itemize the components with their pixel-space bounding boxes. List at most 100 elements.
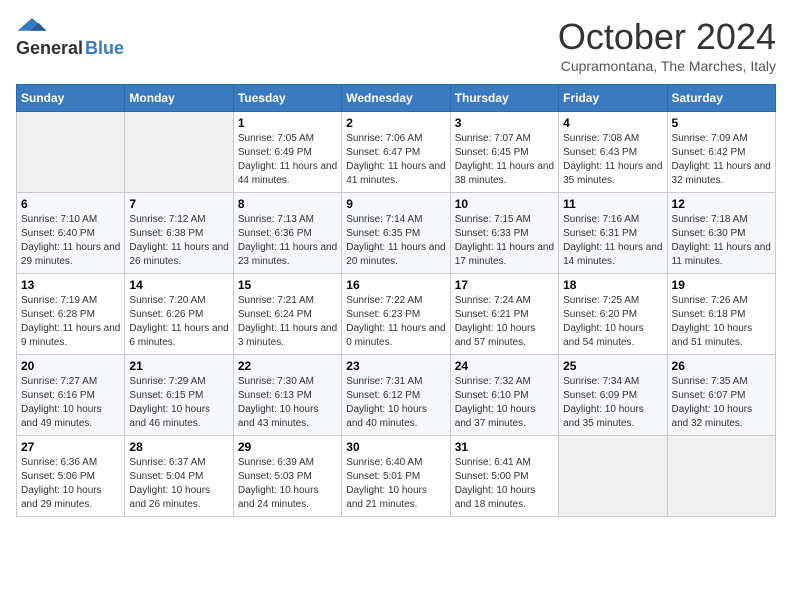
day-number: 18	[563, 278, 662, 292]
day-of-week-header: Wednesday	[342, 85, 450, 112]
day-detail: Sunrise: 7:26 AM Sunset: 6:18 PM Dayligh…	[672, 294, 771, 350]
calendar-table: SundayMondayTuesdayWednesdayThursdayFrid…	[16, 84, 776, 517]
day-detail: Sunrise: 7:08 AM Sunset: 6:43 PM Dayligh…	[563, 132, 662, 188]
day-number: 8	[238, 197, 337, 211]
day-detail: Sunrise: 7:32 AM Sunset: 6:10 PM Dayligh…	[455, 375, 554, 431]
calendar-cell: 4Sunrise: 7:08 AM Sunset: 6:43 PM Daylig…	[559, 112, 667, 193]
day-number: 22	[238, 359, 337, 373]
calendar-cell: 30 Sunrise: 6:40 AM Sunset: 5:01 PM Dayli…	[342, 436, 450, 517]
day-detail: Sunrise: 7:15 AM Sunset: 6:33 PM Dayligh…	[455, 213, 554, 269]
day-number: 28	[129, 440, 228, 454]
day-detail: Sunrise: 7:16 AM Sunset: 6:31 PM Dayligh…	[563, 213, 662, 269]
day-number: 30	[346, 440, 445, 454]
calendar-cell	[667, 436, 775, 517]
day-number: 21	[129, 359, 228, 373]
day-detail: Sunrise: 7:21 AM Sunset: 6:24 PM Dayligh…	[238, 294, 337, 350]
day-number: 17	[455, 278, 554, 292]
day-detail: Sunrise: 7:18 AM Sunset: 6:30 PM Dayligh…	[672, 213, 771, 269]
calendar-cell: 16 Sunrise: 7:22 AM Sunset: 6:23 PM Dayli…	[342, 274, 450, 355]
calendar-cell	[17, 112, 125, 193]
day-number: 10	[455, 197, 554, 211]
day-number: 26	[672, 359, 771, 373]
calendar-cell: 1 Sunrise: 7:05 AM Sunset: 6:49 PM Daylig…	[233, 112, 341, 193]
day-of-week-header: Thursday	[450, 85, 558, 112]
day-number: 13	[21, 278, 120, 292]
calendar-week-row: 13 Sunrise: 7:19 AM Sunset: 6:28 PM Dayli…	[17, 274, 776, 355]
calendar-cell: 8 Sunrise: 7:13 AM Sunset: 6:36 PM Daylig…	[233, 193, 341, 274]
calendar-cell: 28 Sunrise: 6:37 AM Sunset: 5:04 PM Dayli…	[125, 436, 233, 517]
day-number: 31	[455, 440, 554, 454]
day-detail: Sunrise: 7:13 AM Sunset: 6:36 PM Dayligh…	[238, 213, 337, 269]
calendar-cell: 12 Sunrise: 7:18 AM Sunset: 6:30 PM Dayli…	[667, 193, 775, 274]
day-number: 3	[455, 116, 554, 130]
calendar-cell: 17 Sunrise: 7:24 AM Sunset: 6:21 PM Dayli…	[450, 274, 558, 355]
calendar-cell: 10 Sunrise: 7:15 AM Sunset: 6:33 PM Dayli…	[450, 193, 558, 274]
day-detail: Sunrise: 6:36 AM Sunset: 5:06 PM Dayligh…	[21, 456, 120, 512]
day-detail: Sunrise: 7:25 AM Sunset: 6:20 PM Dayligh…	[563, 294, 662, 350]
day-detail: Sunrise: 7:30 AM Sunset: 6:13 PM Dayligh…	[238, 375, 337, 431]
day-number: 11	[563, 197, 662, 211]
calendar-cell: 27 Sunrise: 6:36 AM Sunset: 5:06 PM Dayli…	[17, 436, 125, 517]
calendar-cell: 15 Sunrise: 7:21 AM Sunset: 6:24 PM Dayli…	[233, 274, 341, 355]
calendar-cell: 22 Sunrise: 7:30 AM Sunset: 6:13 PM Dayli…	[233, 355, 341, 436]
calendar-cell: 29Sunrise: 6:39 AM Sunset: 5:03 PM Dayli…	[233, 436, 341, 517]
day-number: 16	[346, 278, 445, 292]
day-number: 25	[563, 359, 662, 373]
day-number: 15	[238, 278, 337, 292]
day-detail: Sunrise: 7:29 AM Sunset: 6:15 PM Dayligh…	[129, 375, 228, 431]
day-number: 7	[129, 197, 228, 211]
day-of-week-header: Friday	[559, 85, 667, 112]
calendar-cell: 13 Sunrise: 7:19 AM Sunset: 6:28 PM Dayli…	[17, 274, 125, 355]
calendar-week-row: 27 Sunrise: 6:36 AM Sunset: 5:06 PM Dayli…	[17, 436, 776, 517]
day-detail: Sunrise: 7:34 AM Sunset: 6:09 PM Dayligh…	[563, 375, 662, 431]
day-detail: Sunrise: 7:10 AM Sunset: 6:40 PM Dayligh…	[21, 213, 120, 269]
calendar-cell	[125, 112, 233, 193]
day-detail: Sunrise: 7:22 AM Sunset: 6:23 PM Dayligh…	[346, 294, 445, 350]
day-detail: Sunrise: 7:24 AM Sunset: 6:21 PM Dayligh…	[455, 294, 554, 350]
calendar-cell: 3Sunrise: 7:07 AM Sunset: 6:45 PM Daylig…	[450, 112, 558, 193]
calendar-cell: 31 Sunrise: 6:41 AM Sunset: 5:00 PM Dayli…	[450, 436, 558, 517]
page-header: General Blue October 2024 Cupramontana, …	[16, 16, 776, 74]
calendar-cell: 2Sunrise: 7:06 AM Sunset: 6:47 PM Daylig…	[342, 112, 450, 193]
day-detail: Sunrise: 7:27 AM Sunset: 6:16 PM Dayligh…	[21, 375, 120, 431]
calendar-cell: 14Sunrise: 7:20 AM Sunset: 6:26 PM Dayli…	[125, 274, 233, 355]
calendar-cell: 26Sunrise: 7:35 AM Sunset: 6:07 PM Dayli…	[667, 355, 775, 436]
day-detail: Sunrise: 7:19 AM Sunset: 6:28 PM Dayligh…	[21, 294, 120, 350]
day-number: 9	[346, 197, 445, 211]
day-number: 14	[129, 278, 228, 292]
day-number: 19	[672, 278, 771, 292]
day-of-week-header: Sunday	[17, 85, 125, 112]
calendar-cell: 24 Sunrise: 7:32 AM Sunset: 6:10 PM Dayli…	[450, 355, 558, 436]
calendar-cell: 6 Sunrise: 7:10 AM Sunset: 6:40 PM Daylig…	[17, 193, 125, 274]
day-number: 27	[21, 440, 120, 454]
calendar-cell: 25 Sunrise: 7:34 AM Sunset: 6:09 PM Dayli…	[559, 355, 667, 436]
day-detail: Sunrise: 7:31 AM Sunset: 6:12 PM Dayligh…	[346, 375, 445, 431]
day-of-week-header: Saturday	[667, 85, 775, 112]
day-detail: Sunrise: 6:41 AM Sunset: 5:00 PM Dayligh…	[455, 456, 554, 512]
calendar-cell: 20 Sunrise: 7:27 AM Sunset: 6:16 PM Dayli…	[17, 355, 125, 436]
day-detail: Sunrise: 7:12 AM Sunset: 6:38 PM Dayligh…	[129, 213, 228, 269]
calendar-cell	[559, 436, 667, 517]
calendar-cell: 7 Sunrise: 7:12 AM Sunset: 6:38 PM Daylig…	[125, 193, 233, 274]
calendar-body: 1 Sunrise: 7:05 AM Sunset: 6:49 PM Daylig…	[17, 112, 776, 517]
day-detail: Sunrise: 6:37 AM Sunset: 5:04 PM Dayligh…	[129, 456, 228, 512]
location-title: Cupramontana, The Marches, Italy	[558, 58, 776, 74]
title-section: October 2024 Cupramontana, The Marches, …	[558, 16, 776, 74]
day-of-week-header: Monday	[125, 85, 233, 112]
logo-blue: Blue	[85, 38, 124, 59]
day-detail: Sunrise: 7:05 AM Sunset: 6:49 PM Dayligh…	[238, 132, 337, 188]
day-number: 23	[346, 359, 445, 373]
logo-general: General	[16, 38, 83, 59]
day-number: 20	[21, 359, 120, 373]
logo: General Blue	[16, 16, 124, 59]
calendar-cell: 19 Sunrise: 7:26 AM Sunset: 6:18 PM Dayli…	[667, 274, 775, 355]
day-number: 24	[455, 359, 554, 373]
day-number: 1	[238, 116, 337, 130]
day-detail: Sunrise: 6:40 AM Sunset: 5:01 PM Dayligh…	[346, 456, 445, 512]
calendar-cell: 11 Sunrise: 7:16 AM Sunset: 6:31 PM Dayli…	[559, 193, 667, 274]
calendar-cell: 5Sunrise: 7:09 AM Sunset: 6:42 PM Daylig…	[667, 112, 775, 193]
day-detail: Sunrise: 7:14 AM Sunset: 6:35 PM Dayligh…	[346, 213, 445, 269]
day-number: 12	[672, 197, 771, 211]
day-number: 2	[346, 116, 445, 130]
day-number: 6	[21, 197, 120, 211]
